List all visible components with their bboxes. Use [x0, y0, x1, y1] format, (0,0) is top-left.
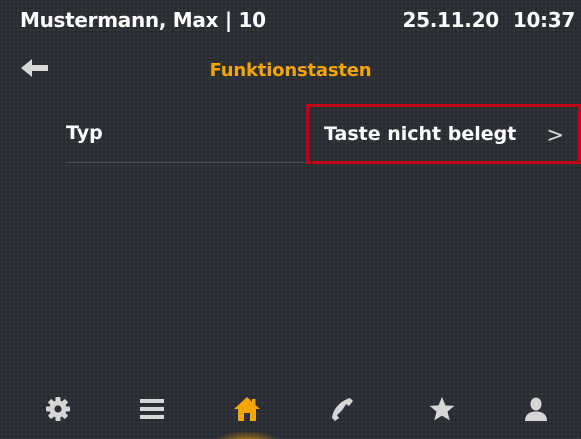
nav-menu-button[interactable]	[130, 387, 174, 431]
nav-home-button[interactable]	[225, 387, 269, 431]
star-icon	[429, 397, 455, 421]
type-selector-button[interactable]: Taste nicht belegt >	[306, 104, 581, 164]
chevron-right-icon: >	[546, 123, 564, 147]
home-icon	[234, 397, 260, 421]
nav-phone-button[interactable]	[320, 387, 364, 431]
date-time: 25.11.20 10:37	[402, 8, 576, 32]
nav-user-button[interactable]	[514, 387, 558, 431]
setting-row-typ: Typ Taste nicht belegt >	[66, 104, 581, 164]
page-title: Funktionstasten	[209, 60, 372, 81]
date-label: 25.11.20	[402, 8, 500, 32]
nav-settings-button[interactable]	[36, 387, 80, 431]
screen: Mustermann, Max | 10 25.11.20 10:37 Funkt…	[0, 0, 581, 439]
person-icon	[525, 397, 547, 421]
user-extension-label: Mustermann, Max | 10	[20, 8, 266, 32]
bottom-nav	[0, 379, 581, 439]
type-value: Taste nicht belegt	[324, 123, 517, 145]
active-indicator	[215, 431, 279, 439]
menu-icon	[140, 399, 164, 419]
setting-label-typ: Typ	[66, 122, 103, 144]
phone-icon	[332, 398, 353, 421]
nav-favorites-button[interactable]	[420, 387, 464, 431]
gear-icon	[46, 397, 70, 421]
time-label: 10:37	[512, 8, 575, 32]
